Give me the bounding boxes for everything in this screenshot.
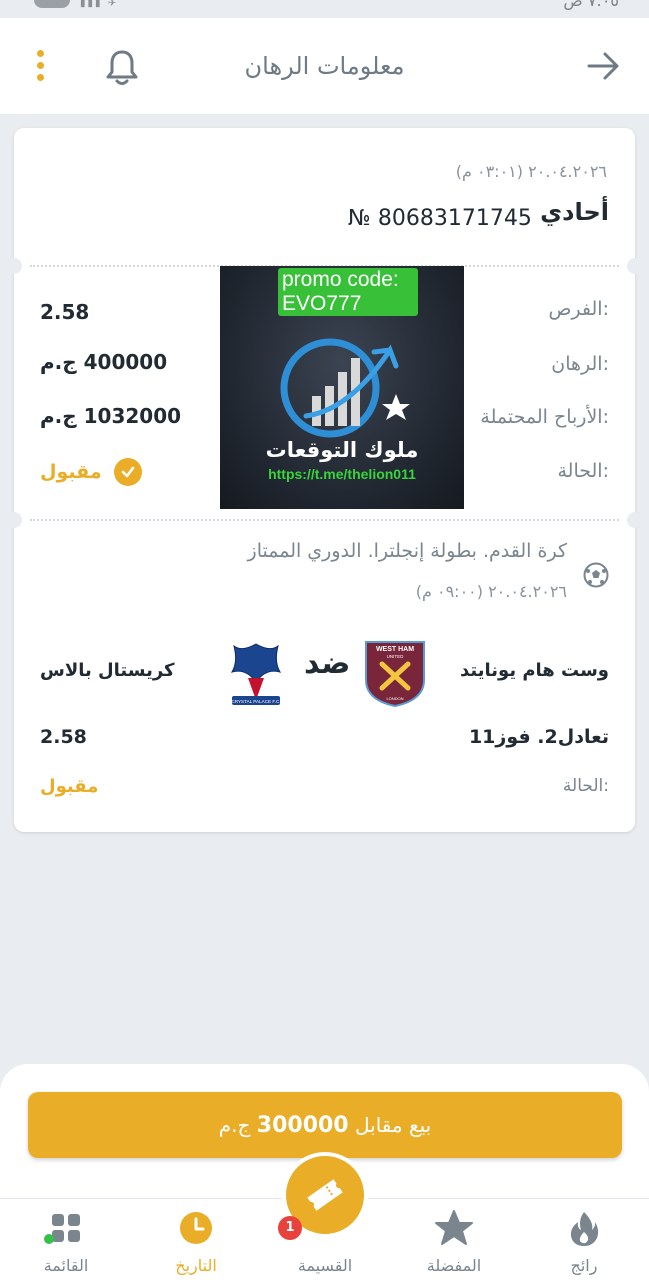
online-indicator <box>44 1234 54 1244</box>
bet-type: أحادي <box>540 198 609 226</box>
signal-icon: ▮▮▮ ✈ <box>80 0 119 9</box>
nav-label: القسيمة <box>297 1256 353 1275</box>
divider <box>30 519 619 521</box>
ticket-notch <box>627 512 643 528</box>
arrow-right-back-icon[interactable] <box>585 48 621 84</box>
notification-badge <box>34 0 70 8</box>
nav-history[interactable]: التاريخ <box>146 1208 246 1275</box>
nav-label: رائج <box>570 1256 598 1275</box>
promo-banner[interactable]: promo code: EVO777 ملوك التوقعات https:/… <box>220 266 464 509</box>
market-outcome: 1تعادل2. فوز1 <box>468 726 609 748</box>
selection-odds: 2.58 <box>40 726 87 748</box>
crest-text-line: UNITED <box>387 654 405 659</box>
odds-label: الفرص: <box>548 298 609 320</box>
clock: ٧:٠٥ ص <box>563 0 619 10</box>
page-title: معلومات الرهان <box>244 52 405 80</box>
star-icon <box>435 1210 473 1245</box>
status-label: الحالة: <box>557 460 609 482</box>
crest-text-line: WEST HAM <box>376 646 414 653</box>
event-date: ٢٠.٠٤.٢٠٢٦ (٠٩:٠٠ م) <box>415 582 567 601</box>
nav-trending[interactable]: رائج <box>534 1208 634 1275</box>
ticket-notch <box>6 512 22 528</box>
crystal-palace-crest-icon: CRYSTAL PALACE F.C. <box>230 643 282 705</box>
bottom-panel: بيع مقابل 300000 ج.م رائج المفضلة القسيم… <box>0 1064 649 1280</box>
soccer-ball-icon <box>583 562 609 588</box>
stake-label: الرهان: <box>551 353 609 375</box>
potential-winnings-label: الأرباح المحتملة: <box>480 406 609 428</box>
nav-favorites[interactable]: المفضلة <box>404 1208 504 1275</box>
ticket-notch <box>6 258 22 274</box>
fire-icon <box>570 1212 599 1246</box>
league-name: كرة القدم. بطولة إنجلترا. الدوري الممتاز <box>247 540 567 562</box>
bet-number: № 80683171745 <box>348 206 532 231</box>
nav-label: القائمة <box>43 1256 89 1275</box>
bet-card: ٢٠.٠٤.٢٠٢٦ (٠٣:٠١ م) أحادي № 80683171745… <box>6 128 643 832</box>
nav-label: المفضلة <box>426 1256 482 1275</box>
promo-brand: ملوك التوقعات <box>265 438 419 462</box>
check-icon <box>113 458 142 486</box>
nav-slip-spacer <box>305 1208 345 1248</box>
selection-status-value: مقبول <box>40 776 99 797</box>
west-ham-crest-icon: WEST HAM UNITED LONDON <box>365 641 425 708</box>
slip-count-badge: 1 <box>278 1216 302 1240</box>
crest-text: CRYSTAL PALACE F.C. <box>231 699 280 704</box>
promo-link[interactable]: https://t.me/thelion011 <box>220 466 464 482</box>
ticket-notch <box>627 258 643 274</box>
nav-label: التاريخ <box>175 1256 217 1275</box>
bet-date: ٢٠.٠٤.٢٠٢٦ (٠٣:٠١ م) <box>455 162 607 181</box>
crest-text-line: LONDON <box>386 696 403 701</box>
clock-icon <box>180 1212 212 1244</box>
selection-status-label: الحالة: <box>562 776 609 796</box>
status-accepted: مقبول <box>40 458 142 486</box>
away-team: كريستال بالاس <box>40 660 175 681</box>
potential-winnings-value: 1032000 ج.م <box>40 404 182 428</box>
cash-out-button[interactable]: بيع مقابل 300000 ج.م <box>28 1092 622 1158</box>
status-bar: ▮▮▮ ✈ ٧:٠٥ ص <box>0 0 649 18</box>
home-team: وست هام يونايتد <box>460 660 609 681</box>
nav-menu[interactable]: القائمة <box>16 1208 116 1275</box>
app-header: معلومات الرهان <box>0 18 649 114</box>
stake-value: 400000 ج.م <box>40 350 168 374</box>
odds-value: 2.58 <box>40 300 90 324</box>
versus-label: ضد <box>304 646 351 681</box>
